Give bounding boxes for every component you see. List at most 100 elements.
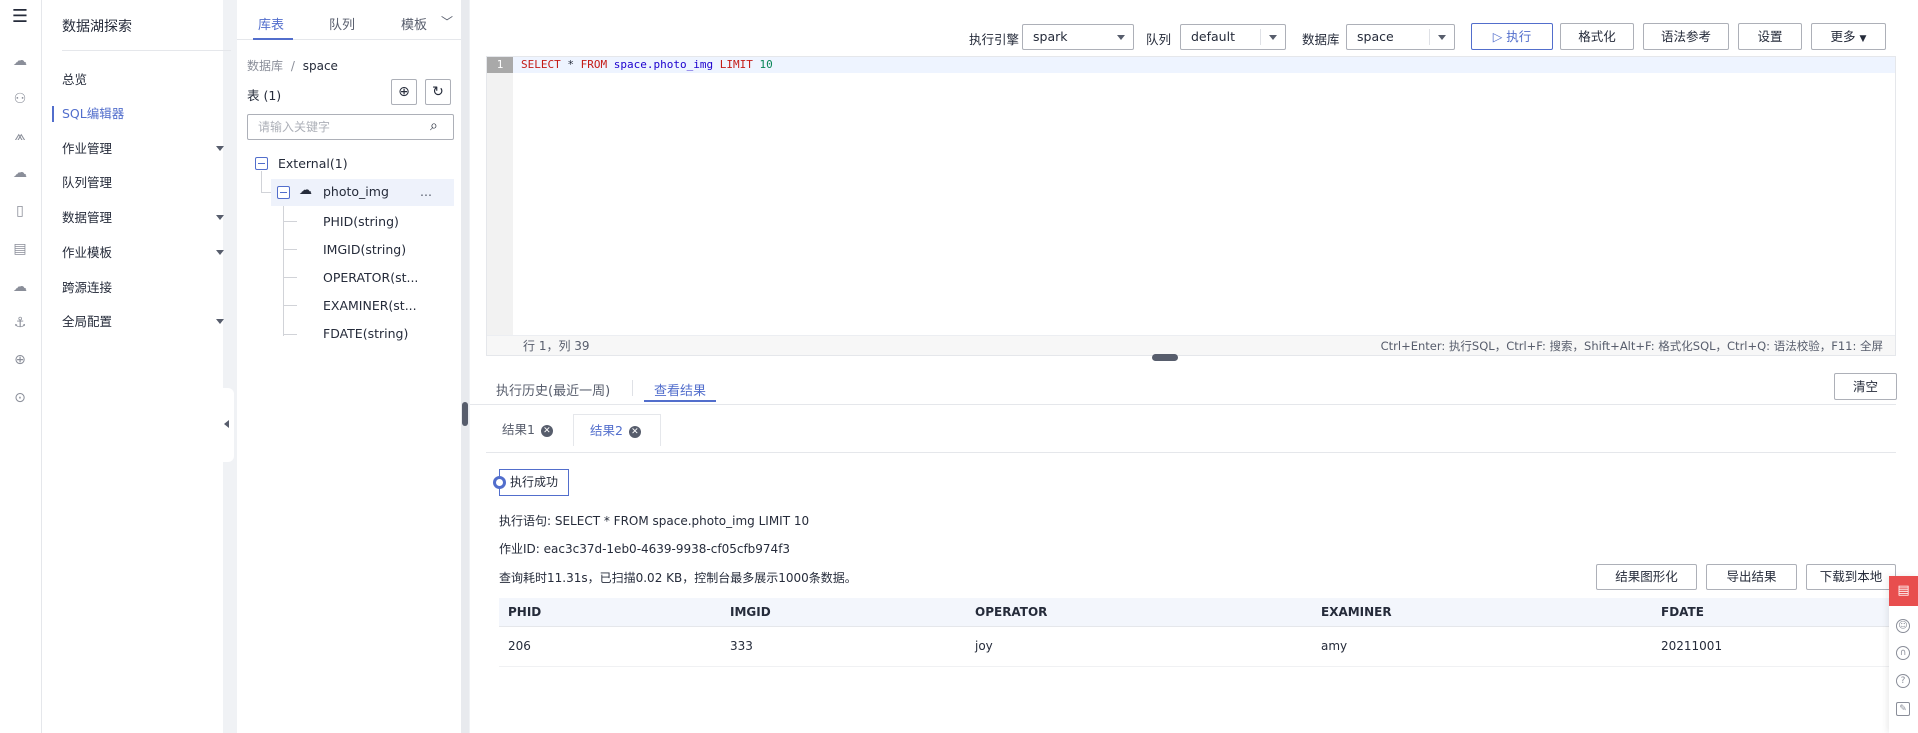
- editor-status-bar: 行 1，列 39 Ctrl+Enter: 执行SQL，Ctrl+F: 搜索，Sh…: [487, 335, 1895, 355]
- tree-line: [261, 171, 262, 193]
- search-input[interactable]: [247, 114, 454, 140]
- nav-item-queue-management[interactable]: 队列管理: [62, 173, 222, 193]
- add-table-button[interactable]: ⊕: [391, 79, 417, 105]
- syntax-reference-button[interactable]: 语法参考: [1643, 23, 1729, 50]
- globe-icon[interactable]: ⊕: [11, 351, 29, 369]
- collapse-group-icon[interactable]: [255, 157, 268, 170]
- settings-button[interactable]: 设置: [1738, 23, 1802, 50]
- database-label: 数据库: [1302, 32, 1340, 47]
- database-icon[interactable]: ☁: [11, 164, 29, 182]
- chevron-down-icon: [1269, 35, 1277, 40]
- active-tab-indicator: [253, 38, 293, 40]
- headset-icon[interactable]: ∩: [1896, 646, 1910, 660]
- drag-handle-icon[interactable]: [462, 402, 468, 426]
- close-icon[interactable]: ✕: [540, 424, 553, 437]
- editor-resize-handle[interactable]: [1152, 354, 1178, 361]
- help-icon[interactable]: ?: [1896, 674, 1910, 688]
- chevron-left-icon: [224, 420, 229, 428]
- tab-templates[interactable]: 模板: [401, 14, 427, 33]
- menu-icon[interactable]: ☰: [11, 8, 29, 26]
- tree-line: [283, 249, 297, 250]
- search-icon[interactable]: ⌕: [430, 118, 438, 134]
- cursor-position: 行 1，列 39: [523, 339, 590, 353]
- chevron-down-icon: [216, 146, 224, 151]
- sql-line[interactable]: SELECT * FROM space.photo_img LIMIT 10: [513, 57, 1895, 73]
- tree-column[interactable]: EXAMINER(st...: [323, 298, 417, 313]
- nav-item-global-config[interactable]: 全局配置: [62, 312, 224, 332]
- tree-column[interactable]: OPERATOR(st...: [323, 270, 418, 285]
- panel-splitter[interactable]: [461, 0, 469, 733]
- database-select[interactable]: space: [1346, 24, 1455, 50]
- tree-line: [283, 221, 297, 222]
- close-icon[interactable]: ✕: [628, 425, 641, 438]
- tree-column[interactable]: PHID(string): [323, 214, 399, 229]
- refresh-icon: ↻: [432, 84, 444, 100]
- engine-select[interactable]: spark: [1022, 24, 1134, 50]
- plus-icon: ⊕: [398, 84, 410, 100]
- job-id: 作业ID: eac3c37d-1eb0-4639-9938-cf05cfb974…: [499, 542, 791, 556]
- side-nav: 数据湖探索 总览 SQL编辑器 作业管理 队列管理 数据管理 作业模板 跨源连接…: [42, 0, 231, 733]
- shortcut-hints: Ctrl+Enter: 执行SQL，Ctrl+F: 搜索，Shift+Alt+F…: [1380, 339, 1883, 353]
- tree-column[interactable]: IMGID(string): [323, 242, 406, 257]
- tree-line: [283, 334, 297, 335]
- sql-keyword: LIMIT: [719, 58, 753, 71]
- cloud-icon[interactable]: ☁: [11, 52, 29, 70]
- tabs-divider: [470, 404, 1896, 405]
- tree-line: [283, 277, 297, 278]
- nav-item-cross-source[interactable]: 跨源连接: [62, 278, 222, 298]
- clear-button[interactable]: 清空: [1834, 373, 1897, 400]
- export-results-button[interactable]: 导出结果: [1706, 564, 1797, 590]
- more-icon[interactable]: ...: [420, 184, 432, 199]
- execute-button[interactable]: ▷ 执行: [1471, 23, 1553, 50]
- document-icon[interactable]: ▯: [11, 202, 29, 220]
- tab-queues[interactable]: 队列: [329, 14, 355, 33]
- nav-item-job-management[interactable]: 作业管理: [62, 139, 224, 159]
- tab-tables[interactable]: 库表: [258, 14, 284, 33]
- column-header-imgid[interactable]: IMGID: [721, 598, 966, 627]
- nav-item-sql-editor[interactable]: SQL编辑器: [62, 104, 222, 124]
- feedback-icon[interactable]: ▤: [1889, 576, 1918, 606]
- result-tab-2[interactable]: 结果2 ✕: [573, 414, 661, 446]
- edit-icon[interactable]: ✎: [1896, 702, 1910, 716]
- column-header-fdate[interactable]: FDATE: [1652, 598, 1896, 627]
- visualize-results-button[interactable]: 结果图形化: [1596, 564, 1697, 590]
- collapse-nav-button[interactable]: [220, 388, 234, 462]
- cloud-service-icon[interactable]: ☁: [11, 278, 29, 296]
- column-header-examiner[interactable]: EXAMINER: [1312, 598, 1652, 627]
- tab-execution-history[interactable]: 执行历史(最近一周): [496, 380, 610, 399]
- breadcrumb-root[interactable]: 数据库: [247, 59, 283, 73]
- smile-icon[interactable]: ☺: [1896, 619, 1910, 633]
- chevron-down-icon[interactable]: ﹀: [441, 13, 453, 30]
- more-button[interactable]: 更多 ▼: [1811, 23, 1886, 50]
- chevron-down-icon: [216, 215, 224, 220]
- refresh-button[interactable]: ↻: [425, 79, 451, 105]
- queue-select[interactable]: default: [1180, 24, 1286, 50]
- sql-editor[interactable]: 1 SELECT * FROM space.photo_img LIMIT 10…: [486, 56, 1896, 356]
- line-number: 1: [487, 57, 513, 73]
- tree-table-photo-img[interactable]: photo_img: [323, 184, 389, 199]
- cluster-icon[interactable]: ⚇: [11, 90, 29, 108]
- badge-icon[interactable]: ⊙: [11, 389, 29, 407]
- chart-icon[interactable]: ⩕: [11, 127, 29, 145]
- nav-item-overview[interactable]: 总览: [62, 70, 222, 90]
- nav-item-data-management[interactable]: 数据管理: [62, 208, 224, 228]
- icon-rail: ☰ ☁ ⚇ ⩕ ☁ ▯ ▤ ☁ ⚓ ⊕ ⊙: [0, 0, 42, 733]
- format-button[interactable]: 格式化: [1560, 23, 1634, 50]
- file-icon[interactable]: ▤: [11, 240, 29, 258]
- sql-identifier: space.photo_img: [613, 58, 714, 71]
- collapse-table-icon[interactable]: [277, 186, 290, 199]
- table-cell: amy: [1312, 626, 1652, 667]
- result-tab-1[interactable]: 结果1 ✕: [486, 414, 568, 446]
- column-header-phid[interactable]: PHID: [499, 598, 721, 627]
- column-header-operator[interactable]: OPERATOR: [966, 598, 1312, 627]
- chevron-down-icon: [1438, 35, 1446, 40]
- download-local-button[interactable]: 下载到本地: [1806, 564, 1896, 590]
- tree-line: [283, 305, 297, 306]
- active-indicator: [52, 106, 54, 122]
- tree-column[interactable]: FDATE(string): [323, 326, 408, 341]
- active-tab-indicator: [644, 400, 716, 402]
- nav-item-job-templates[interactable]: 作业模板: [62, 243, 224, 263]
- tree-group-external[interactable]: External(1): [278, 156, 348, 171]
- anchor-icon[interactable]: ⚓: [11, 314, 29, 332]
- tab-view-results[interactable]: 查看结果: [654, 380, 706, 399]
